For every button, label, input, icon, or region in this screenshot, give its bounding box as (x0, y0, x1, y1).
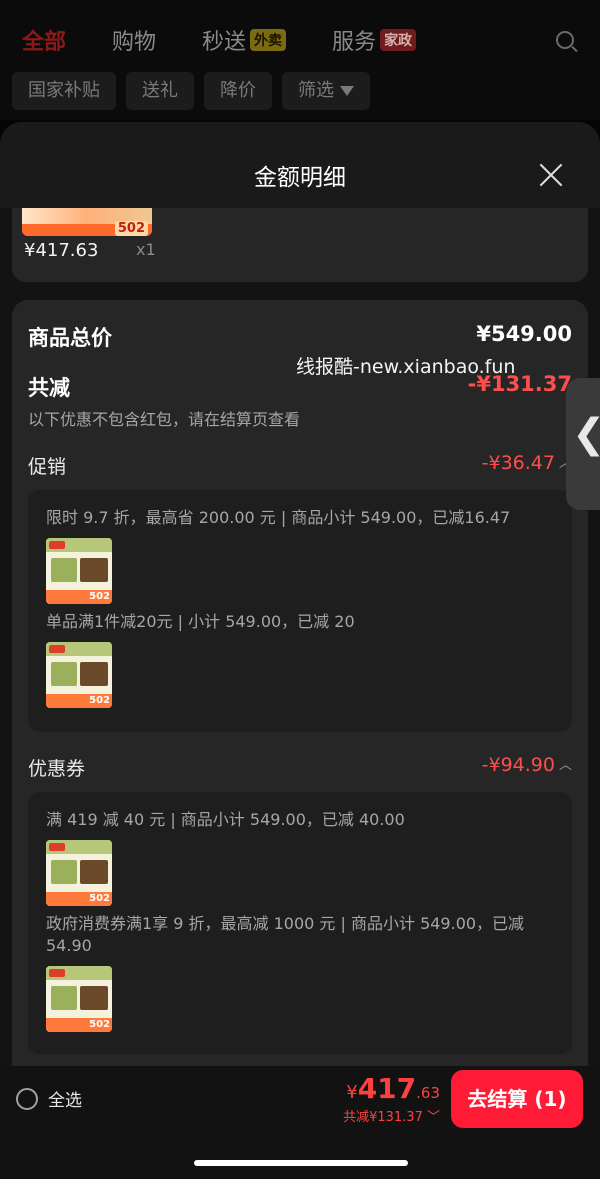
total-discount-label: 共减 (28, 376, 70, 400)
total-saved[interactable]: 共减¥131.37 ﹀ (343, 1106, 440, 1125)
watermark-text: 线报酷-new.xianbao.fun (296, 356, 516, 378)
select-all-label: 全选 (48, 1091, 82, 1111)
tab-shopping[interactable]: 购物 (112, 24, 156, 56)
discount-note: 以下优惠不包含红包，请在结算页查看 (28, 410, 301, 429)
select-all-toggle[interactable]: 全选 (16, 1086, 82, 1111)
promotion-item-2: 单品满1件减20元 | 小计 549.00，已减 20 (46, 612, 355, 631)
top-nav: 全部 购物 秒送 外卖 服务 家政 国家补贴 送礼 降价 筛选 (0, 0, 600, 120)
promotion-label: 促销 (28, 456, 67, 478)
close-icon[interactable] (538, 162, 564, 188)
product-thumbnail: 502 (46, 642, 112, 708)
sheet-title: 金额明细 (254, 165, 346, 191)
coupon-label: 优惠券 (28, 758, 86, 780)
search-icon[interactable] (556, 31, 574, 49)
housekeeping-badge: 家政 (380, 29, 417, 51)
side-panel-handle[interactable]: ❮ (566, 378, 600, 510)
promotion-panel: 限时 9.7 折，最高省 200.00 元 | 商品小计 549.00，已减16… (28, 490, 572, 732)
filter-screen[interactable]: 筛选 (282, 72, 370, 110)
tab-service[interactable]: 服务 家政 (332, 24, 417, 56)
coupon-panel: 满 419 减 40 元 | 商品小计 549.00，已减 40.00 502 … (28, 792, 572, 1054)
chevron-down-icon: ﹀ (422, 1110, 440, 1125)
product-thumbnail: 502 (46, 538, 112, 604)
product-price: ¥417.63 (24, 240, 99, 261)
category-tabs: 全部 购物 秒送 外卖 服务 家政 (22, 24, 462, 56)
tab-all[interactable]: 全部 (22, 24, 66, 56)
product-image-tag: 502 (114, 221, 148, 236)
checkout-button[interactable]: 去结算 (1) (451, 1070, 583, 1128)
goods-total-value: ¥549.00 (476, 322, 572, 346)
product-quantity: x1 (136, 240, 156, 259)
product-thumbnail: 502 (46, 966, 112, 1032)
filter-gift[interactable]: 送礼 (126, 72, 194, 110)
promotion-row[interactable]: 促销 -¥36.47︿ (28, 452, 572, 479)
checkout-bar: 全选 ¥417.63 共减¥131.37 ﹀ 去结算 (1) (0, 1066, 600, 1179)
amount-detail-sheet: 金额明细 502 ¥417.63 x1 商品总价 ¥549.00 共减 -¥13… (0, 122, 600, 1070)
takeout-badge: 外卖 (250, 29, 287, 51)
product-thumbnail: 502 (46, 840, 112, 906)
filter-price-drop[interactable]: 降价 (204, 72, 272, 110)
price-breakdown-card: 商品总价 ¥549.00 共减 -¥131.37 以下优惠不包含红包，请在结算页… (12, 300, 588, 1070)
total-price: ¥417.63 (346, 1072, 440, 1105)
chevron-left-icon: ❮ (572, 414, 600, 454)
home-indicator (194, 1160, 408, 1166)
caret-up-icon: ︿ (558, 758, 572, 773)
filter-national-subsidy[interactable]: 国家补贴 (12, 72, 116, 110)
radio-unchecked-icon (16, 1087, 38, 1110)
goods-total-label: 商品总价 (28, 326, 112, 350)
promotion-item-1: 限时 9.7 折，最高省 200.00 元 | 商品小计 549.00，已减16… (46, 508, 511, 527)
coupon-value: -¥94.90 ︿ (481, 754, 572, 776)
sheet-header: 金额明细 (0, 122, 600, 208)
funnel-icon (340, 86, 354, 96)
coupon-item-2: 政府消费券满1享 9 折，最高减 1000 元 | 商品小计 549.00，已减… (46, 914, 525, 955)
coupon-item-1: 满 419 减 40 元 | 商品小计 549.00，已减 40.00 (46, 810, 405, 829)
coupon-row[interactable]: 优惠券 -¥94.90 ︿ (28, 754, 572, 781)
product-image: 502 (22, 208, 152, 236)
promotion-value: -¥36.47︿ (482, 452, 572, 474)
product-card: 502 ¥417.63 x1 (12, 208, 588, 282)
goods-total-row: 商品总价 ¥549.00 (28, 322, 572, 352)
tab-instant-delivery[interactable]: 秒送 外卖 (202, 24, 287, 56)
filter-bar: 国家补贴 送礼 降价 筛选 (12, 72, 380, 110)
